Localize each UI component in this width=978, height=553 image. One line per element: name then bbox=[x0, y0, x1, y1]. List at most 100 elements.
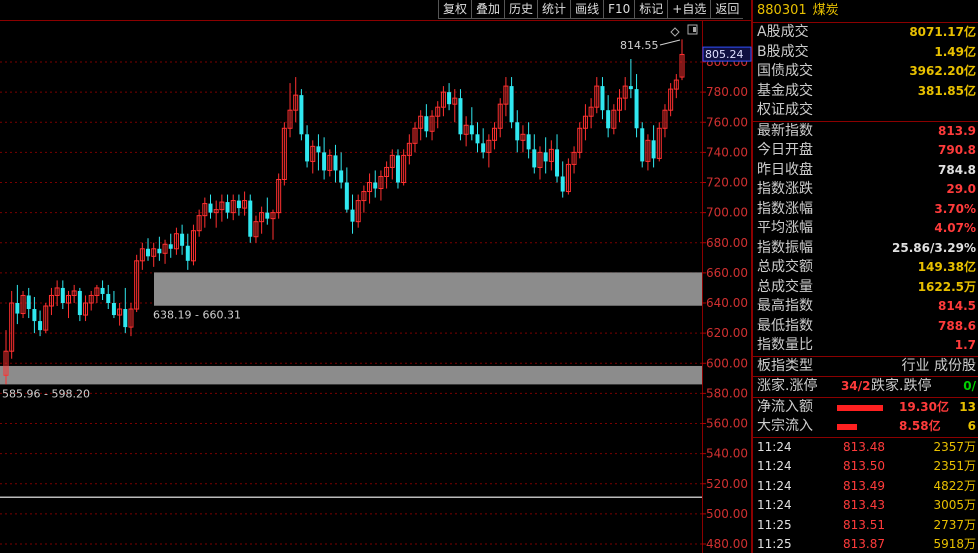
y-axis-tick-label: 620.00 bbox=[706, 326, 748, 340]
gap-zone bbox=[154, 272, 702, 306]
stat-value: 8071.17亿 bbox=[909, 25, 976, 39]
tick-price: 813.50 bbox=[843, 459, 885, 473]
gap-zone-label: 638.19 - 660.31 bbox=[153, 309, 241, 322]
market-turnover-stats: A股成交 8071.17亿 B股成交 1.49亿 国债成交 3962.20亿基金成交 381… bbox=[753, 23, 978, 121]
y-axis-tick-label: 780.00 bbox=[706, 85, 748, 99]
y-axis-tick-label: 680.00 bbox=[706, 236, 748, 250]
stat-value: 813.9 bbox=[938, 123, 976, 138]
stat-value: 3.70% bbox=[934, 201, 976, 216]
stat-label: 指数涨幅 bbox=[757, 200, 813, 217]
candle-body bbox=[316, 146, 321, 153]
toolbar-button-2[interactable]: 历史 bbox=[504, 0, 538, 19]
candle-body bbox=[458, 98, 463, 135]
stat-value: 788.6 bbox=[938, 318, 976, 333]
flow-value: 8.58亿 bbox=[899, 419, 941, 433]
y-axis-tick-label: 480.00 bbox=[706, 537, 748, 551]
candle-body bbox=[111, 303, 116, 316]
index-type-value[interactable]: 行业 成份股 bbox=[902, 357, 976, 377]
stat-row: 基金成交 381.85亿 bbox=[753, 82, 978, 102]
tick-price: 813.87 bbox=[843, 537, 885, 551]
tick-vol: 3005万 bbox=[933, 498, 976, 512]
flow-label: 净流入额 bbox=[757, 398, 813, 415]
toolbar-button-6[interactable]: 标记 bbox=[634, 0, 668, 19]
tick-time: 11:24 bbox=[757, 459, 792, 473]
index-code: 880301 bbox=[757, 3, 807, 18]
stat-label: A股成交 bbox=[757, 24, 809, 40]
stat-label: 总成交额 bbox=[757, 259, 813, 275]
stat-label: 指数振幅 bbox=[757, 239, 813, 256]
candle-body bbox=[185, 245, 190, 261]
flow-row: 大宗流入 8.58亿 6 bbox=[753, 417, 978, 437]
candle-body bbox=[651, 140, 656, 159]
toolbar-button-5[interactable]: F10 bbox=[603, 0, 635, 19]
stat-label: 平均涨幅 bbox=[757, 220, 813, 236]
y-axis-tick-label: 600.00 bbox=[706, 356, 748, 370]
stat-label: 国债成交 bbox=[757, 63, 813, 79]
flow-bar bbox=[837, 424, 857, 430]
candle-body bbox=[100, 287, 105, 294]
stat-row: 指数振幅 25.86/3.29% bbox=[753, 239, 978, 259]
stat-value: 814.5 bbox=[938, 299, 976, 313]
candle-body bbox=[532, 149, 537, 168]
tick-time: 11:24 bbox=[757, 498, 792, 512]
tick-list[interactable]: 11:24 813.48 2357万 11:24 813.50 2351万 11:24 813… bbox=[753, 436, 978, 553]
stat-row: 总成交额 149.38亿 bbox=[753, 258, 978, 278]
breadth-value-2: 0/ bbox=[963, 379, 976, 393]
toolbar-button-0[interactable]: 复权 bbox=[438, 0, 472, 19]
candle-body bbox=[77, 290, 82, 316]
tick-row: 11:24 813.49 4822万 bbox=[753, 477, 978, 497]
stat-row: 昨日收盘 784.8 bbox=[753, 161, 978, 181]
toolbar-button-7[interactable]: +自选 bbox=[667, 0, 711, 19]
y-axis-tick-label: 760.00 bbox=[706, 115, 748, 129]
candle-body bbox=[526, 134, 531, 150]
stat-label: 权证成交 bbox=[757, 102, 813, 118]
stat-label: 最高指数 bbox=[757, 298, 813, 314]
candle-body bbox=[447, 92, 452, 105]
candle-body bbox=[168, 244, 173, 249]
tick-row: 11:25 813.51 2737万 bbox=[753, 516, 978, 536]
stat-label: 最新指数 bbox=[757, 122, 813, 139]
toolbar-button-8[interactable]: 返回 bbox=[710, 0, 744, 19]
panel-title: 880301 煤炭 bbox=[753, 0, 978, 23]
candle-body bbox=[373, 182, 378, 189]
candle-body bbox=[15, 303, 20, 314]
candle-body bbox=[265, 212, 270, 219]
y-axis-tick-label: 720.00 bbox=[706, 176, 748, 190]
stat-value: 29.0 bbox=[946, 182, 976, 196]
candle-body bbox=[225, 202, 230, 213]
stat-row: 最新指数 813.9 bbox=[753, 122, 978, 142]
candle-body bbox=[146, 248, 151, 257]
tick-time: 11:25 bbox=[757, 537, 792, 551]
stat-value: 25.86/3.29% bbox=[892, 240, 976, 255]
stat-value: 4.07% bbox=[934, 221, 976, 235]
candle-body bbox=[32, 309, 37, 322]
gap-zone bbox=[0, 365, 702, 385]
toolbar-button-3[interactable]: 统计 bbox=[537, 0, 571, 19]
stat-label: 最低指数 bbox=[757, 317, 813, 334]
stat-row: B股成交 1.49亿 bbox=[753, 43, 978, 63]
candle-body bbox=[475, 134, 480, 144]
tick-vol: 5918万 bbox=[933, 537, 976, 551]
tick-row: 11:25 813.87 5918万 bbox=[753, 535, 978, 553]
stat-value: 381.85亿 bbox=[917, 83, 976, 98]
y-axis-tick-label: 640.00 bbox=[706, 296, 748, 310]
breadth-row: 涨家.涨停 34/2 跌家.跌停 0/ bbox=[753, 376, 978, 397]
candle-body bbox=[555, 149, 560, 177]
tick-price: 813.49 bbox=[843, 478, 885, 493]
flow-row: 净流入额 19.30亿 13 bbox=[753, 398, 978, 418]
stat-value: 3962.20亿 bbox=[909, 64, 976, 78]
index-type-label: 板指类型 bbox=[757, 357, 813, 374]
toolbar-button-1[interactable]: 叠加 bbox=[471, 0, 505, 19]
stat-label: 指数涨跌 bbox=[757, 181, 813, 197]
stat-row: 指数涨跌 29.0 bbox=[753, 180, 978, 200]
candle-body bbox=[640, 128, 645, 162]
candlestick-chart[interactable]: 800.00780.00760.00740.00720.00700.00680.… bbox=[0, 0, 752, 553]
toolbar-button-4[interactable]: 画线 bbox=[570, 0, 604, 19]
candle-body bbox=[344, 182, 349, 210]
stat-value: 149.38亿 bbox=[917, 260, 976, 274]
index-quote-stats: 最新指数 813.9 今日开盘 790.8 昨日收盘 784.8 指数涨跌 29.0 指数涨幅 3… bbox=[753, 120, 978, 356]
candle-body bbox=[339, 170, 344, 183]
stat-label: 总成交量 bbox=[757, 278, 813, 295]
y-axis-tick-label: 520.00 bbox=[706, 477, 748, 491]
stat-label: B股成交 bbox=[757, 43, 809, 60]
